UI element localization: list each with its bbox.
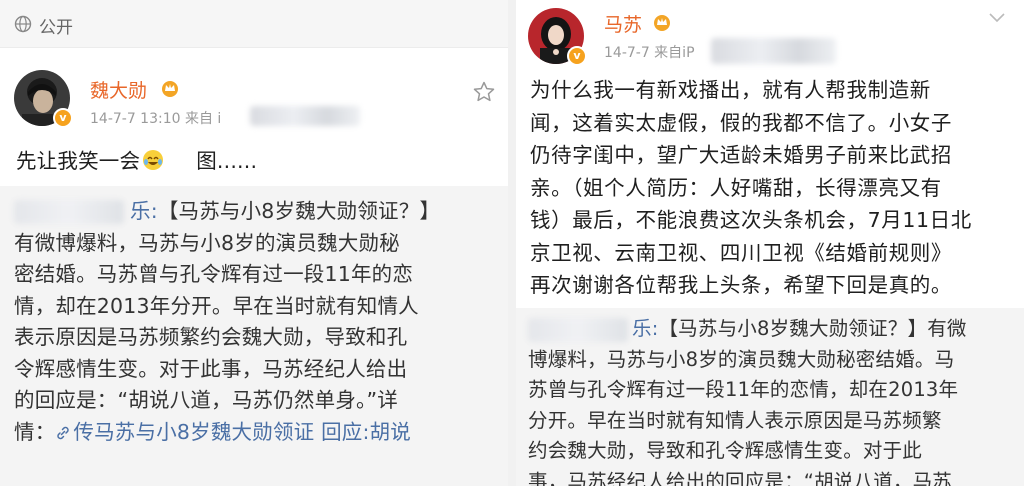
post-text-b: 图...... — [196, 149, 258, 173]
verified-badge: v — [53, 108, 73, 128]
repost-line: 密结婚。马苏曾与孔令辉有过一段11年的恋 — [14, 262, 414, 286]
post-text: 先让我笑一会 图...... — [16, 146, 257, 177]
globe-icon — [14, 15, 32, 33]
repost-last-prefix: 情： — [14, 419, 56, 444]
repost-text: 乐:【马苏与小8岁魏大勋领证？】有微 博爆料，马苏与小8岁的演员魏大勋秘密结婚。… — [528, 314, 967, 486]
repost-headline: 【马苏与小8岁魏大勋领证？】 — [157, 199, 441, 223]
member-crown-icon — [654, 15, 670, 31]
laughing-tears-emoji — [143, 150, 164, 170]
repost-line-1: 乐:【马苏与小8岁魏大勋领证？】有微 — [528, 314, 967, 345]
left-weibo-post: 公开 v 魏大勋 14-7-7 13:10 来自 i 先让我笑一会 图.....… — [0, 0, 508, 486]
post-line: 再次谢谢各位帮我上头条，希望下回是真的。 — [530, 273, 952, 297]
repost-line: 博爆料，马苏与小8岁的演员魏大勋秘密结婚。马 — [528, 347, 955, 371]
repost-link-text[interactable]: 传马苏与小8岁魏大勋领证 — [73, 420, 314, 444]
visibility-label: 公开 — [39, 18, 73, 38]
post-line: 钱）最后，不能浪费这次头条机会，7月11日北 — [530, 208, 972, 232]
chevron-down-icon[interactable] — [988, 10, 1006, 24]
panel-divider — [508, 0, 516, 486]
blurred-source — [250, 106, 360, 126]
post-line: 仍待字闺中，望广大适龄未婚男子前来比武招 — [530, 143, 952, 167]
post-line: 为什么我一有新戏播出，就有人帮我制造新 — [530, 78, 931, 102]
repost-link[interactable]: 传马苏与小8岁魏大勋领证 — [55, 420, 314, 444]
member-crown-icon — [162, 81, 178, 97]
repost-line: 约会魏大勋，导致和孔令辉感情生变。对于此 — [528, 439, 923, 462]
link-icon — [57, 426, 70, 439]
post-text-a: 先让我笑一会 — [16, 149, 141, 173]
avatar[interactable]: v — [14, 70, 73, 128]
repost-line: 令辉感情生变。对于此事，马苏经纪人给出 — [14, 356, 408, 381]
repost-text: 乐:【马苏与小8岁魏大勋领证？】 有微博爆料，马苏与小8岁的演员魏大勋秘 密结婚… — [14, 196, 440, 448]
repost-line-1: 乐:【马苏与小8岁魏大勋领证？】 — [14, 196, 440, 228]
repost-source-suffix[interactable]: 乐: — [632, 317, 658, 340]
blurred-source — [711, 38, 836, 64]
repost-line: 的回应是：“胡说八道，马苏仍然单身。”详 — [14, 388, 398, 412]
repost-link-tail[interactable]: 回应:胡说 — [321, 420, 411, 444]
post-meta: 14-7-7 来自iP — [604, 45, 695, 61]
repost-card[interactable]: 乐:【马苏与小8岁魏大勋领证？】 有微博爆料，马苏与小8岁的演员魏大勋秘 密结婚… — [0, 186, 508, 486]
avatar[interactable]: v — [528, 8, 587, 66]
visibility-bar: 公开 — [0, 0, 508, 48]
repost-card[interactable]: 乐:【马苏与小8岁魏大勋领证？】有微 博爆料，马苏与小8岁的演员魏大勋秘密结婚。… — [516, 308, 1024, 486]
star-icon[interactable] — [472, 80, 496, 104]
repost-last-line: 情： 传马苏与小8岁魏大勋领证 回应:胡说 — [14, 417, 440, 449]
post-line: 闻，这着实太虚假，假的我都不信了。小女子 — [530, 110, 952, 135]
repost-headline: 【马苏与小8岁魏大勋领证？】有微 — [658, 317, 967, 340]
repost-line: 情，却在2013年分开。早在当时就有知情人 — [14, 293, 419, 318]
author-name[interactable]: 魏大勋 — [90, 76, 147, 103]
verified-badge: v — [567, 46, 587, 66]
repost-line: 苏曾与孔令辉有过一段11年的恋情，却在2013年 — [528, 378, 959, 401]
repost-line: 表示原因是马苏频繁约会魏大勋，导致和孔 — [14, 325, 408, 349]
right-weibo-post: v 马苏 14-7-7 来自iP 为什么我一有新戏播出，就有人帮我制造新 闻，这… — [516, 0, 1024, 486]
repost-line: 有微博爆料，马苏与小8岁的演员魏大勋秘 — [14, 230, 400, 255]
post-meta: 14-7-7 13:10 来自 i — [90, 111, 222, 127]
post-line: 亲。（姐个人简历：人好嘴甜，长得漂亮又有 — [530, 175, 942, 200]
repost-line: 分开。早在当时就有知情人表示原因是马苏频繁 — [528, 408, 942, 432]
author-name[interactable]: 马苏 — [604, 10, 642, 37]
post-text: 为什么我一有新戏播出，就有人帮我制造新 闻，这着实太虚假，假的我都不信了。小女子… — [530, 74, 972, 302]
repost-line: 事，马苏经纪人给出的回应是：“胡说八道，马苏 — [528, 469, 953, 486]
post-header: v 魏大勋 14-7-7 13:10 来自 i — [0, 58, 508, 148]
post-line: 京卫视、云南卫视、四川卫视《结婚前规则》 — [530, 240, 952, 265]
repost-source-suffix[interactable]: 乐: — [130, 199, 158, 223]
